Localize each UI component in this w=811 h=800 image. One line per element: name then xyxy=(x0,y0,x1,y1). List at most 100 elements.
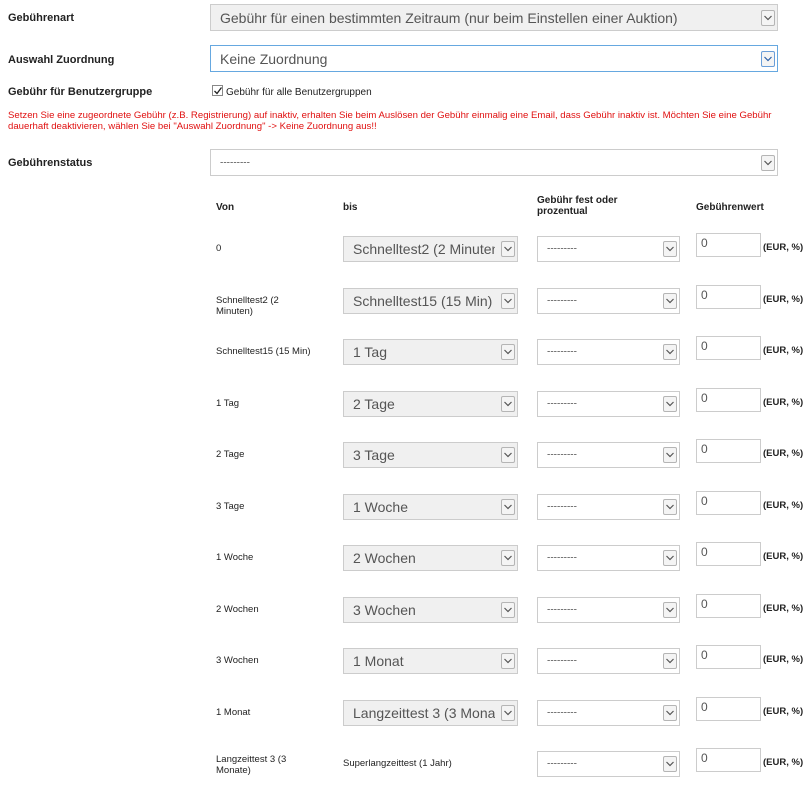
row-bis-value: 2 Tage xyxy=(353,395,395,412)
row-von: Langzeittest 3 (3 Monate) xyxy=(216,754,287,776)
row-type-select[interactable]: --------- xyxy=(537,493,680,520)
fee-type-value: Gebühr für einen bestimmten Zeitraum (nu… xyxy=(220,9,678,26)
row-value-input[interactable]: 0 xyxy=(696,387,761,412)
chevron-down-icon xyxy=(501,241,515,257)
row-type-select[interactable]: --------- xyxy=(537,236,680,262)
row-von: 2 Wochen xyxy=(216,603,259,615)
row-unit-label: (EUR, %) xyxy=(763,242,804,253)
row-value-input[interactable]: 0 xyxy=(696,336,761,360)
chevron-down-icon xyxy=(663,704,677,721)
row-value-input[interactable]: 0 xyxy=(696,696,761,721)
row-unit-label: (EUR, %) xyxy=(763,448,804,459)
row-type-select[interactable]: --------- xyxy=(537,287,680,314)
row-type-select[interactable]: --------- xyxy=(537,390,680,417)
chevron-down-icon xyxy=(501,498,515,515)
header-bis: bis xyxy=(343,202,358,213)
chevron-down-icon xyxy=(663,756,677,772)
row-unit-label: (EUR, %) xyxy=(763,602,804,614)
chevron-down-icon xyxy=(663,601,677,618)
chevron-down-icon xyxy=(663,344,677,360)
row-bis-select[interactable]: 2 Tage xyxy=(343,390,518,417)
row-bis-select[interactable]: Schnelltest2 (2 Minuten) xyxy=(343,236,518,262)
assignment-value: Keine Zuordnung xyxy=(220,50,328,67)
chevron-down-icon xyxy=(663,653,677,669)
row-bis-value: Schnelltest2 (2 Minuten) xyxy=(353,241,495,257)
row-type-value: --------- xyxy=(547,398,577,409)
row-value-input[interactable]: 0 xyxy=(696,593,761,618)
chevron-down-icon xyxy=(761,154,775,171)
chevron-down-icon xyxy=(501,601,515,618)
all-user-groups-checkbox[interactable] xyxy=(212,85,223,96)
row-von: Schnelltest15 (15 Min) xyxy=(216,346,311,357)
status-value: --------- xyxy=(220,157,250,168)
chevron-down-icon xyxy=(663,241,677,257)
row-von: 3 Wochen xyxy=(216,655,259,666)
row-value-input[interactable]: 0 xyxy=(696,542,761,566)
row-von: 0 xyxy=(216,243,222,254)
row-unit-label: (EUR, %) xyxy=(763,293,804,305)
row-bis-select[interactable]: Langzeittest 3 (3 Monate) xyxy=(343,699,518,726)
all-user-groups-label: Gebühr für alle Benutzergruppen xyxy=(226,87,372,98)
chevron-down-icon xyxy=(663,292,677,309)
check-icon xyxy=(214,87,223,95)
row-type-value: --------- xyxy=(547,655,577,667)
row-von: 1 Woche xyxy=(216,552,254,563)
chevron-down-icon xyxy=(501,704,515,721)
row-unit-label: (EUR, %) xyxy=(763,499,804,511)
warning-text: Setzen Sie eine zugeordnete Gebühr (z.B.… xyxy=(8,110,772,132)
row-type-value: --------- xyxy=(547,604,577,615)
row-type-select[interactable]: --------- xyxy=(537,699,680,726)
chevron-down-icon xyxy=(501,653,515,669)
row-bis-select[interactable]: 1 Tag xyxy=(343,339,518,365)
row-bis-select[interactable]: 1 Monat xyxy=(343,648,518,674)
row-type-value: --------- xyxy=(547,346,577,358)
row-bis-value: 1 Monat xyxy=(353,653,404,669)
chevron-down-icon xyxy=(501,292,515,309)
row-value-input[interactable]: 0 xyxy=(696,284,761,309)
row-type-select[interactable]: --------- xyxy=(537,442,680,468)
chevron-down-icon xyxy=(501,550,515,566)
row-type-select[interactable]: --------- xyxy=(537,339,680,365)
row-type-value: --------- xyxy=(547,243,577,255)
row-unit-label: (EUR, %) xyxy=(763,654,804,665)
chevron-down-icon xyxy=(761,9,775,26)
row-value-input[interactable]: 0 xyxy=(696,748,761,772)
row-value-input[interactable]: 0 xyxy=(696,439,761,463)
row-type-select[interactable]: --------- xyxy=(537,545,680,571)
row-bis-select[interactable]: 2 Wochen xyxy=(343,545,518,571)
fee-type-label: Gebührenart xyxy=(8,12,75,24)
row-von: 2 Tage xyxy=(216,449,245,460)
row-type-value: --------- xyxy=(547,758,577,770)
row-type-value: --------- xyxy=(547,501,577,512)
row-von: Schnelltest2 (2 Minuten) xyxy=(216,294,279,317)
status-select[interactable]: --------- xyxy=(210,149,778,176)
row-bis-value: Langzeittest 3 (3 Monate) xyxy=(353,704,495,721)
chevron-down-icon xyxy=(663,447,677,463)
user-group-label: Gebühr für Benutzergruppe xyxy=(8,86,153,98)
row-von: 1 Monat xyxy=(216,706,251,718)
row-bis-text: Superlangzeittest (1 Jahr) xyxy=(343,758,452,769)
row-bis-select[interactable]: 3 Wochen xyxy=(343,596,518,623)
row-type-select[interactable]: --------- xyxy=(537,751,680,777)
assignment-select[interactable]: Keine Zuordnung xyxy=(210,45,778,72)
row-bis-select[interactable]: 1 Woche xyxy=(343,493,518,520)
header-fee-value: Gebührenwert xyxy=(696,202,764,213)
fee-type-select[interactable]: Gebühr für einen bestimmten Zeitraum (nu… xyxy=(210,4,778,31)
row-type-select[interactable]: --------- xyxy=(537,596,680,623)
row-type-value: --------- xyxy=(547,707,577,718)
row-unit-label: (EUR, %) xyxy=(763,757,804,768)
assignment-label: Auswahl Zuordnung xyxy=(8,54,115,66)
row-value-input[interactable]: 0 xyxy=(696,490,761,515)
chevron-down-icon xyxy=(761,50,775,67)
header-fee-type: Gebühr fest oder prozentual xyxy=(537,195,618,217)
row-value-input[interactable]: 0 xyxy=(696,233,761,257)
row-bis-value: Schnelltest15 (15 Min) xyxy=(353,292,493,309)
row-bis-select[interactable]: 3 Tage xyxy=(343,442,518,468)
row-type-select[interactable]: --------- xyxy=(537,648,680,674)
row-von: 3 Tage xyxy=(216,500,245,512)
row-bis-value: 2 Wochen xyxy=(353,550,416,566)
row-unit-label: (EUR, %) xyxy=(763,345,804,356)
chevron-down-icon xyxy=(501,447,515,463)
row-bis-select[interactable]: Schnelltest15 (15 Min) xyxy=(343,287,518,314)
row-value-input[interactable]: 0 xyxy=(696,645,761,669)
